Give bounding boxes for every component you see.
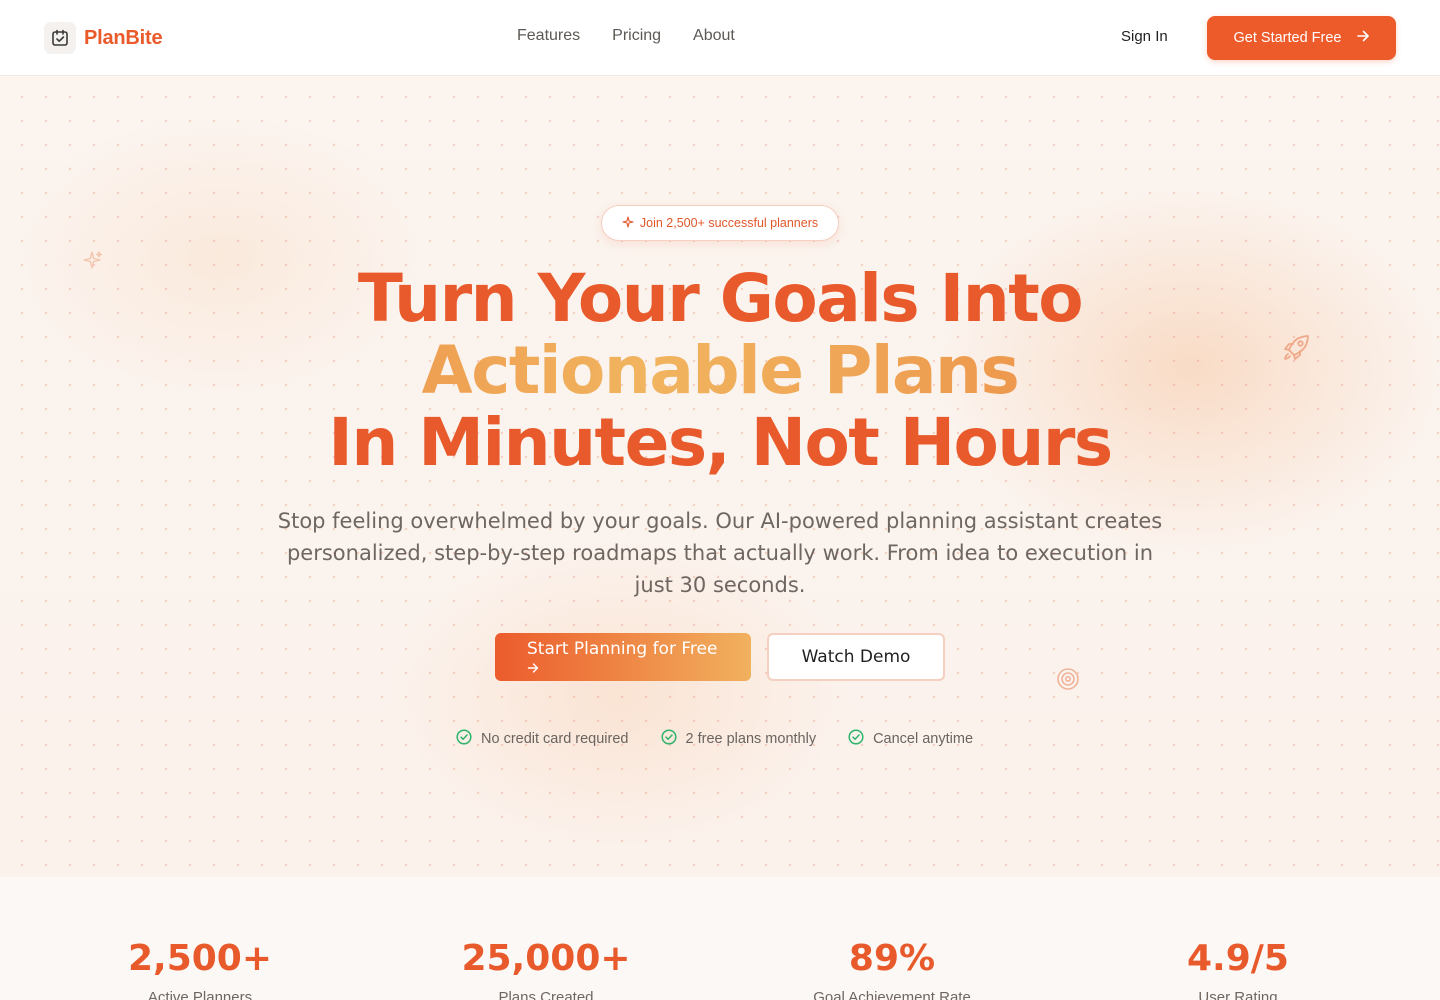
sparkle-icon xyxy=(622,215,634,231)
perk-label: No credit card required xyxy=(481,731,629,747)
start-planning-label: Start Planning for Free xyxy=(527,639,718,659)
stat-label: Active Planners xyxy=(147,989,253,1000)
hero-subheading: Stop feeling overwhelmed by your goals. … xyxy=(277,509,1163,597)
stat-value: 89% xyxy=(848,938,936,979)
stat-value: 25,000+ xyxy=(461,938,631,979)
hero-perks: No credit card required 2 free plans mon… xyxy=(456,729,973,749)
headline-line-1: Turn Your Goals Into xyxy=(357,260,1084,337)
check-circle-icon xyxy=(660,729,677,749)
perk-item: No credit card required xyxy=(456,729,629,749)
perk-label: 2 free plans monthly xyxy=(685,731,817,747)
get-started-button[interactable]: Get Started Free xyxy=(1207,16,1396,60)
stat-label: User Rating xyxy=(1198,989,1278,1000)
stat-label: Plans Created xyxy=(498,989,594,1000)
calendar-check-icon xyxy=(44,22,76,54)
target-icon xyxy=(1056,667,1080,696)
nav-link-features[interactable]: Features xyxy=(517,27,580,45)
perk-item: 2 free plans monthly xyxy=(660,729,817,749)
hero-section: Join 2,500+ successful planners Turn You… xyxy=(0,77,1440,877)
stat-label: Goal Achievement Rate xyxy=(813,989,971,1000)
stat-active-planners: 2,500+ Active Planners xyxy=(50,939,350,1000)
perk-label: Cancel anytime xyxy=(873,731,974,747)
get-started-label: Get Started Free xyxy=(1233,30,1342,46)
hero-headline: Turn Your Goals Into Actionable Plans In… xyxy=(0,263,1440,479)
brand-logo-link[interactable]: PlanBite xyxy=(44,22,163,54)
perk-item: Cancel anytime xyxy=(848,729,973,749)
stat-value: 2,500+ xyxy=(127,938,273,979)
nav-link-pricing[interactable]: Pricing xyxy=(612,27,661,45)
sign-in-link[interactable]: Sign In xyxy=(1121,28,1168,45)
arrow-right-icon xyxy=(527,662,721,680)
arrow-right-icon xyxy=(1356,29,1370,47)
start-planning-button[interactable]: Start Planning for Free xyxy=(495,633,751,681)
headline-line-2: Actionable Plans xyxy=(0,335,1440,407)
check-circle-icon xyxy=(848,729,864,749)
watch-demo-button[interactable]: Watch Demo xyxy=(767,633,945,681)
brand-name: PlanBite xyxy=(84,26,163,49)
badge-text: Join 2,500+ successful planners xyxy=(639,216,819,230)
stat-user-rating: 4.9/5 User Rating xyxy=(1088,939,1388,1000)
stat-value: 4.9/5 xyxy=(1187,938,1289,979)
stat-plans-created: 25,000+ Plans Created xyxy=(396,939,696,1000)
nav-link-about[interactable]: About xyxy=(693,27,735,45)
top-navigation: PlanBite Features Pricing About Sign In … xyxy=(0,0,1440,76)
check-circle-icon xyxy=(456,729,472,749)
nav-links: Features Pricing About xyxy=(517,27,735,45)
headline-line-3: In Minutes, Not Hours xyxy=(328,404,1113,481)
social-proof-badge: Join 2,500+ successful planners xyxy=(601,205,839,241)
stats-section: 2,500+ Active Planners 25,000+ Plans Cre… xyxy=(0,877,1440,1000)
stat-goal-achievement: 89% Goal Achievement Rate xyxy=(742,939,1042,1000)
